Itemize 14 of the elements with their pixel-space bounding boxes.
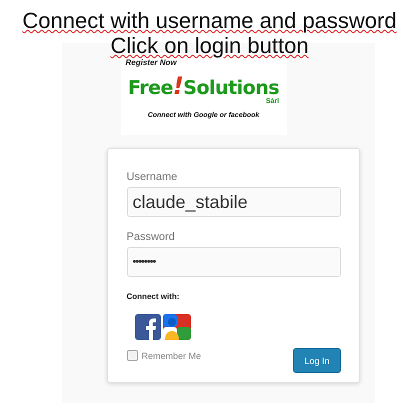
- field-label: Password: [126, 231, 175, 244]
- google-icon[interactable]: [162, 314, 190, 340]
- username-field[interactable]: claude_stabile: [126, 187, 340, 217]
- register-link[interactable]: Register Now: [126, 58, 177, 68]
- checkbox-label: Remember Me: [142, 350, 202, 360]
- facebook-icon[interactable]: [134, 314, 160, 340]
- login-button[interactable]: Log In: [293, 348, 340, 373]
- logo-text: Free!Solutions: [128, 76, 280, 98]
- instruction-text: Connect with username and password: [22, 8, 397, 33]
- password-field[interactable]: ••••••••: [126, 247, 340, 277]
- field-label: Username: [126, 171, 178, 184]
- instruction-text: Click on login button: [110, 33, 309, 58]
- remember-checkbox[interactable]: [126, 350, 138, 361]
- connect-label: Connect with:: [126, 292, 180, 301]
